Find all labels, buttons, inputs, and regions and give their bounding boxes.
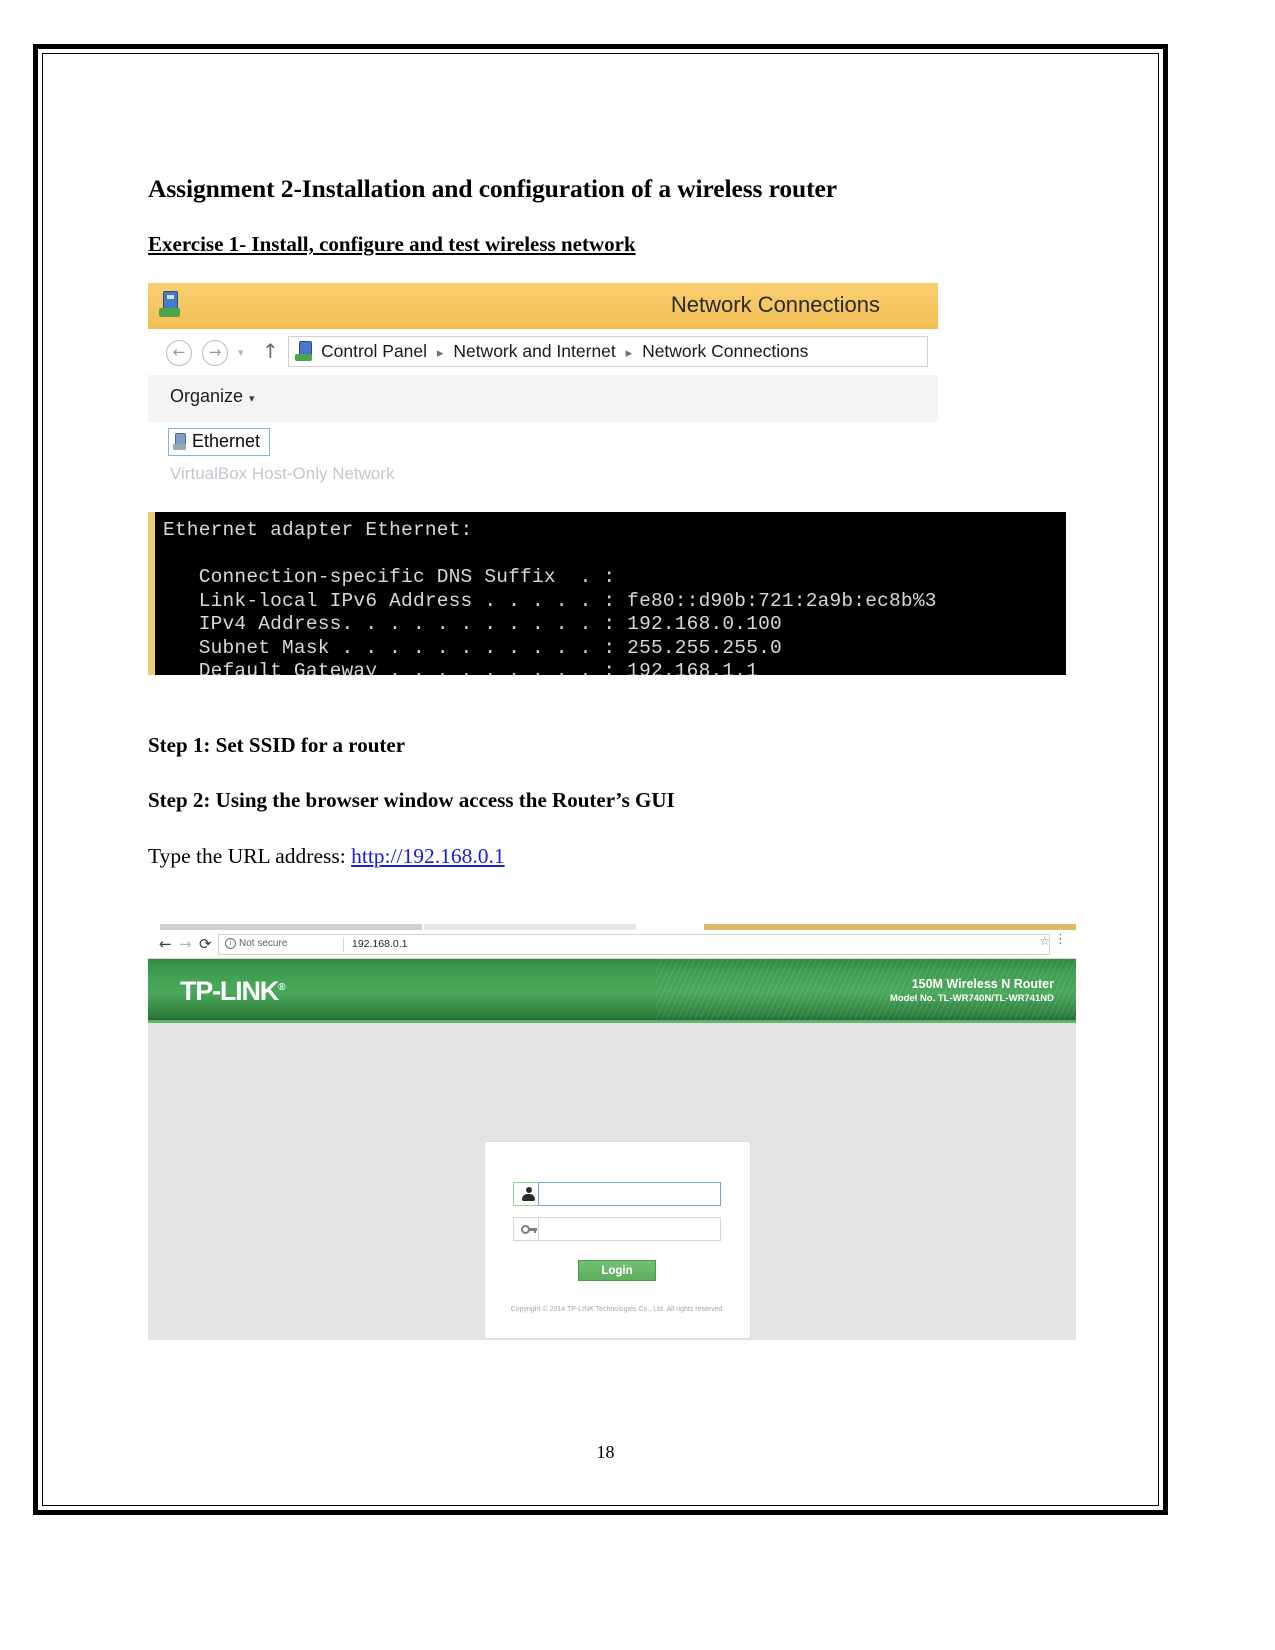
kebab-menu-icon[interactable]: ⋮ xyxy=(1054,932,1067,947)
ethernet-adapter-icon xyxy=(173,432,186,451)
window-title: Network Connections xyxy=(670,292,880,317)
forward-icon[interactable]: → xyxy=(179,935,192,953)
password-row xyxy=(513,1217,721,1241)
network-connections-screenshot: Network Connections ← → ▾ ↑ Control Pane… xyxy=(148,283,938,486)
chevron-down-icon: ▾ xyxy=(249,393,255,405)
login-button[interactable]: Login xyxy=(578,1260,656,1281)
breadcrumb-item-network-connections[interactable]: Network Connections xyxy=(642,341,808,361)
copyright-text: Copyright © 2014 TP-LINK Technologies Co… xyxy=(510,1306,725,1313)
page-border-outer: Assignment 2-Installation and configurat… xyxy=(33,44,1168,1515)
list-item-ethernet[interactable]: Ethernet xyxy=(168,428,271,456)
login-card: Login Copyright © 2014 TP-LINK Technolog… xyxy=(485,1142,750,1338)
chevron-down-icon[interactable]: ▾ xyxy=(238,346,244,359)
router-model-info: 150M Wireless N Router Model No. TL-WR74… xyxy=(890,977,1054,1004)
breadcrumb-network-icon xyxy=(295,341,314,363)
bookmark-star-icon[interactable]: ☆ xyxy=(1039,934,1050,948)
network-connections-titlebar: Network Connections xyxy=(148,283,938,329)
breadcrumb-separator-icon: ▸ xyxy=(625,345,633,360)
explorer-address-bar: ← → ▾ ↑ Control Panel ▸ Network and Inte… xyxy=(148,329,938,376)
organize-button[interactable]: Organize ▾ xyxy=(170,386,255,407)
router-login-page: Login Copyright © 2014 TP-LINK Technolog… xyxy=(148,1023,1076,1340)
browser-tabstrip xyxy=(148,922,1076,930)
page-content: Assignment 2-Installation and configurat… xyxy=(38,49,1173,1520)
breadcrumb-text: Control Panel ▸ Network and Internet ▸ N… xyxy=(321,341,808,362)
router-model-number: Model No. TL-WR740N/TL-WR741ND xyxy=(889,993,1054,1004)
url-instruction: Type the URL address: http://192.168.0.1 xyxy=(148,844,505,869)
network-connection-icon xyxy=(158,291,182,319)
security-label: Not secure xyxy=(239,938,288,949)
breadcrumb[interactable]: Control Panel ▸ Network and Internet ▸ N… xyxy=(288,336,928,367)
command-prompt-screenshot: Ethernet adapter Ethernet: Connection-sp… xyxy=(148,512,1066,675)
url-instruction-label: Type the URL address: xyxy=(148,844,352,868)
breadcrumb-item-network-and-internet[interactable]: Network and Internet xyxy=(453,341,615,361)
tplink-logo-text: TP-LINK xyxy=(180,976,279,1006)
omnibox-divider xyxy=(343,938,344,952)
up-arrow-icon[interactable]: ↑ xyxy=(262,339,279,363)
url-text: 192.168.0.1 xyxy=(352,938,408,950)
page-number: 18 xyxy=(596,1442,615,1462)
breadcrumb-separator-icon: ▸ xyxy=(436,345,444,360)
security-badge[interactable]: i Not secure xyxy=(225,938,287,949)
step-1-heading: Step 1: Set SSID for a router xyxy=(148,733,406,757)
exercise-heading: Exercise 1- Install, configure and test … xyxy=(148,232,636,256)
username-row xyxy=(513,1182,721,1206)
reload-icon[interactable]: ⟳ xyxy=(199,935,212,953)
step-2-heading: Step 2: Using the browser window access … xyxy=(148,788,675,812)
browser-screenshot: ← → ⟳ i Not secure 192.168.0.1 ☆ ⋮ TP-LI… xyxy=(148,922,1076,1340)
connections-list: Ethernet VirtualBox Host-Only Network xyxy=(148,422,938,486)
tplink-logo: TP-LINK® xyxy=(180,976,286,1007)
registered-mark-icon: ® xyxy=(278,982,285,993)
info-icon: i xyxy=(225,938,236,949)
user-icon xyxy=(522,1187,535,1202)
list-item-partial: VirtualBox Host-Only Network xyxy=(170,464,395,483)
user-icon-box xyxy=(513,1182,538,1206)
breadcrumb-item-control-panel[interactable]: Control Panel xyxy=(321,341,427,361)
address-bar[interactable]: i Not secure 192.168.0.1 xyxy=(218,934,1050,955)
router-model-name: 150M Wireless N Router xyxy=(911,977,1054,991)
ipconfig-output: Ethernet adapter Ethernet: Connection-sp… xyxy=(163,519,937,675)
back-icon[interactable]: ← xyxy=(159,935,172,953)
key-icon xyxy=(521,1225,537,1234)
router-url-link[interactable]: http://192.168.0.1 xyxy=(351,844,505,868)
browser-toolbar: ← → ⟳ i Not secure 192.168.0.1 ☆ ⋮ xyxy=(148,930,1076,959)
password-input[interactable] xyxy=(538,1217,721,1241)
key-icon-box xyxy=(513,1217,538,1241)
list-item-label: Ethernet xyxy=(192,431,261,451)
page-title: Assignment 2-Installation and configurat… xyxy=(148,174,837,203)
username-input[interactable] xyxy=(538,1182,721,1206)
router-header: TP-LINK® 150M Wireless N Router Model No… xyxy=(148,959,1076,1020)
forward-icon[interactable]: → xyxy=(202,340,228,366)
explorer-toolbar: Organize ▾ xyxy=(148,375,938,423)
back-icon[interactable]: ← xyxy=(166,340,192,366)
organize-label: Organize xyxy=(170,386,244,406)
